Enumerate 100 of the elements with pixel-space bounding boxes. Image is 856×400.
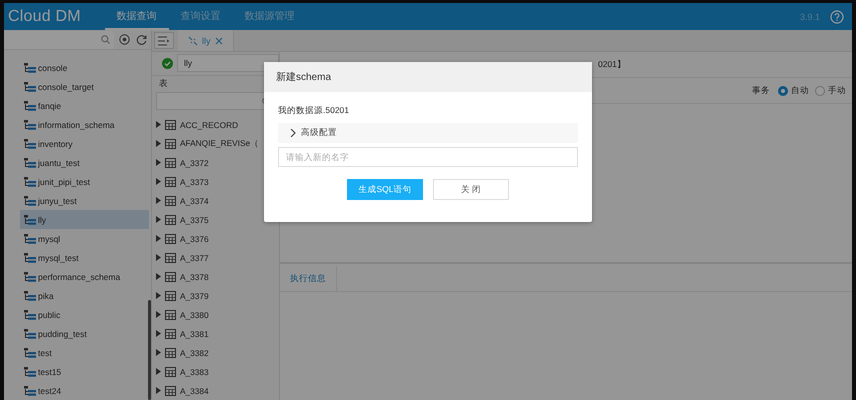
schema-item[interactable]: test15 bbox=[20, 362, 149, 381]
table-name[interactable]: A_3380 bbox=[180, 310, 209, 320]
caret-icon bbox=[156, 387, 161, 394]
schema-select[interactable]: lly bbox=[177, 54, 279, 72]
database-icon bbox=[24, 214, 36, 224]
table-name[interactable]: A_3384 bbox=[180, 386, 209, 396]
table-icon bbox=[165, 366, 176, 376]
schema-item[interactable]: mysql_test bbox=[20, 248, 149, 267]
database-icon bbox=[24, 252, 36, 262]
transaction-label: 事务 bbox=[752, 84, 770, 96]
caret-icon bbox=[156, 178, 161, 185]
table-icon bbox=[165, 272, 176, 282]
table-name[interactable]: A_3378 bbox=[180, 272, 209, 282]
menu-button[interactable] bbox=[154, 32, 174, 49]
search-field[interactable] bbox=[4, 30, 114, 48]
table-name[interactable]: A_3379 bbox=[180, 290, 209, 300]
table-icon bbox=[165, 158, 176, 168]
table-icon bbox=[165, 234, 176, 244]
table-name[interactable]: A_3373 bbox=[180, 176, 209, 186]
table-icon bbox=[165, 386, 176, 396]
schema-item[interactable]: performance_schema bbox=[20, 267, 149, 286]
schema-item[interactable]: pudding_test bbox=[20, 324, 149, 343]
database-icon bbox=[24, 82, 36, 92]
caret-icon bbox=[156, 216, 161, 223]
database-icon bbox=[24, 290, 36, 300]
table-icon bbox=[165, 214, 176, 224]
database-icon bbox=[24, 158, 36, 168]
table-name[interactable]: A_3374 bbox=[180, 196, 209, 206]
caret-icon bbox=[156, 121, 161, 128]
caret-icon bbox=[156, 159, 161, 166]
database-icon bbox=[24, 386, 36, 396]
caret-icon bbox=[156, 197, 161, 204]
table-icon bbox=[165, 176, 176, 186]
radio-option[interactable]: 手动 bbox=[815, 84, 846, 96]
table-name[interactable]: A_3375 bbox=[180, 214, 209, 224]
database-icon bbox=[24, 120, 36, 130]
schema-item[interactable]: mysql bbox=[20, 229, 149, 248]
schema-item[interactable]: console_target bbox=[20, 77, 149, 96]
refresh-icon bbox=[136, 34, 147, 45]
schema-item[interactable]: junyu_test bbox=[20, 191, 149, 210]
database-icon bbox=[24, 310, 36, 320]
datasource-name: 我的数据源.50201 bbox=[278, 105, 350, 117]
name-input[interactable]: 请输入新的名字 bbox=[278, 147, 578, 167]
database-icon bbox=[24, 272, 36, 282]
table-name[interactable]: AFANQIE_REVISe（ bbox=[180, 138, 258, 149]
target-icon bbox=[119, 34, 130, 45]
schema-item[interactable]: lly bbox=[20, 210, 149, 229]
table-icon bbox=[165, 348, 176, 358]
table-icon bbox=[165, 196, 176, 206]
table-icon bbox=[165, 120, 176, 130]
caret-icon bbox=[156, 330, 161, 337]
datasource-label: 0201】 bbox=[598, 58, 626, 70]
table-name[interactable]: ACC_RECORD bbox=[180, 120, 238, 130]
table-icon bbox=[165, 138, 176, 148]
caret-icon bbox=[156, 368, 161, 375]
connection-icon bbox=[188, 36, 198, 46]
database-icon bbox=[24, 328, 36, 338]
app-logo: Cloud DM bbox=[8, 8, 81, 26]
schema-item[interactable]: fanqie bbox=[20, 96, 149, 115]
chevron-icon bbox=[290, 129, 296, 137]
caret-icon bbox=[156, 311, 161, 318]
close-button[interactable]: 关 闭 bbox=[433, 179, 509, 200]
caret-icon bbox=[156, 273, 161, 280]
database-icon bbox=[24, 348, 36, 358]
table-name[interactable]: A_3381 bbox=[180, 328, 209, 338]
schema-item[interactable]: test bbox=[20, 343, 149, 362]
database-icon bbox=[24, 366, 36, 376]
database-icon bbox=[24, 196, 36, 206]
database-icon bbox=[24, 138, 36, 148]
section-label: 表 bbox=[158, 77, 169, 90]
caret-icon bbox=[156, 349, 161, 356]
dialog-title: 新建schema bbox=[264, 62, 592, 92]
scrollbar[interactable] bbox=[148, 300, 151, 400]
schema-item[interactable]: public bbox=[20, 305, 149, 324]
database-icon bbox=[24, 62, 36, 72]
database-icon bbox=[24, 234, 36, 244]
table-icon bbox=[165, 290, 176, 300]
schema-item[interactable]: junit_pipi_test bbox=[20, 172, 149, 191]
search-icon bbox=[101, 35, 110, 44]
advanced-settings-toggle[interactable]: 高级配置 bbox=[278, 123, 578, 143]
database-icon bbox=[24, 176, 36, 186]
schema-item[interactable]: console bbox=[20, 58, 149, 77]
table-icon bbox=[165, 310, 176, 320]
table-name[interactable]: A_3383 bbox=[180, 366, 209, 376]
schema-item[interactable]: pika bbox=[20, 286, 149, 305]
schema-item[interactable]: information_schema bbox=[20, 115, 149, 134]
table-name[interactable]: A_3372 bbox=[180, 158, 209, 168]
help-icon bbox=[830, 10, 844, 24]
caret-icon bbox=[156, 235, 161, 242]
version-label: 3.9.1 bbox=[800, 12, 820, 22]
table-icon bbox=[165, 252, 176, 262]
schema-item[interactable]: juantu_test bbox=[20, 153, 149, 172]
schema-item[interactable]: inventory bbox=[20, 134, 149, 153]
menu-icon bbox=[158, 36, 170, 46]
schema-item[interactable]: test24 bbox=[20, 381, 149, 400]
radio-option[interactable]: 自动 bbox=[778, 84, 809, 96]
table-name[interactable]: A_3376 bbox=[180, 234, 209, 244]
table-name[interactable]: A_3382 bbox=[180, 348, 209, 358]
table-name[interactable]: A_3377 bbox=[180, 252, 209, 262]
caret-icon bbox=[156, 140, 161, 147]
